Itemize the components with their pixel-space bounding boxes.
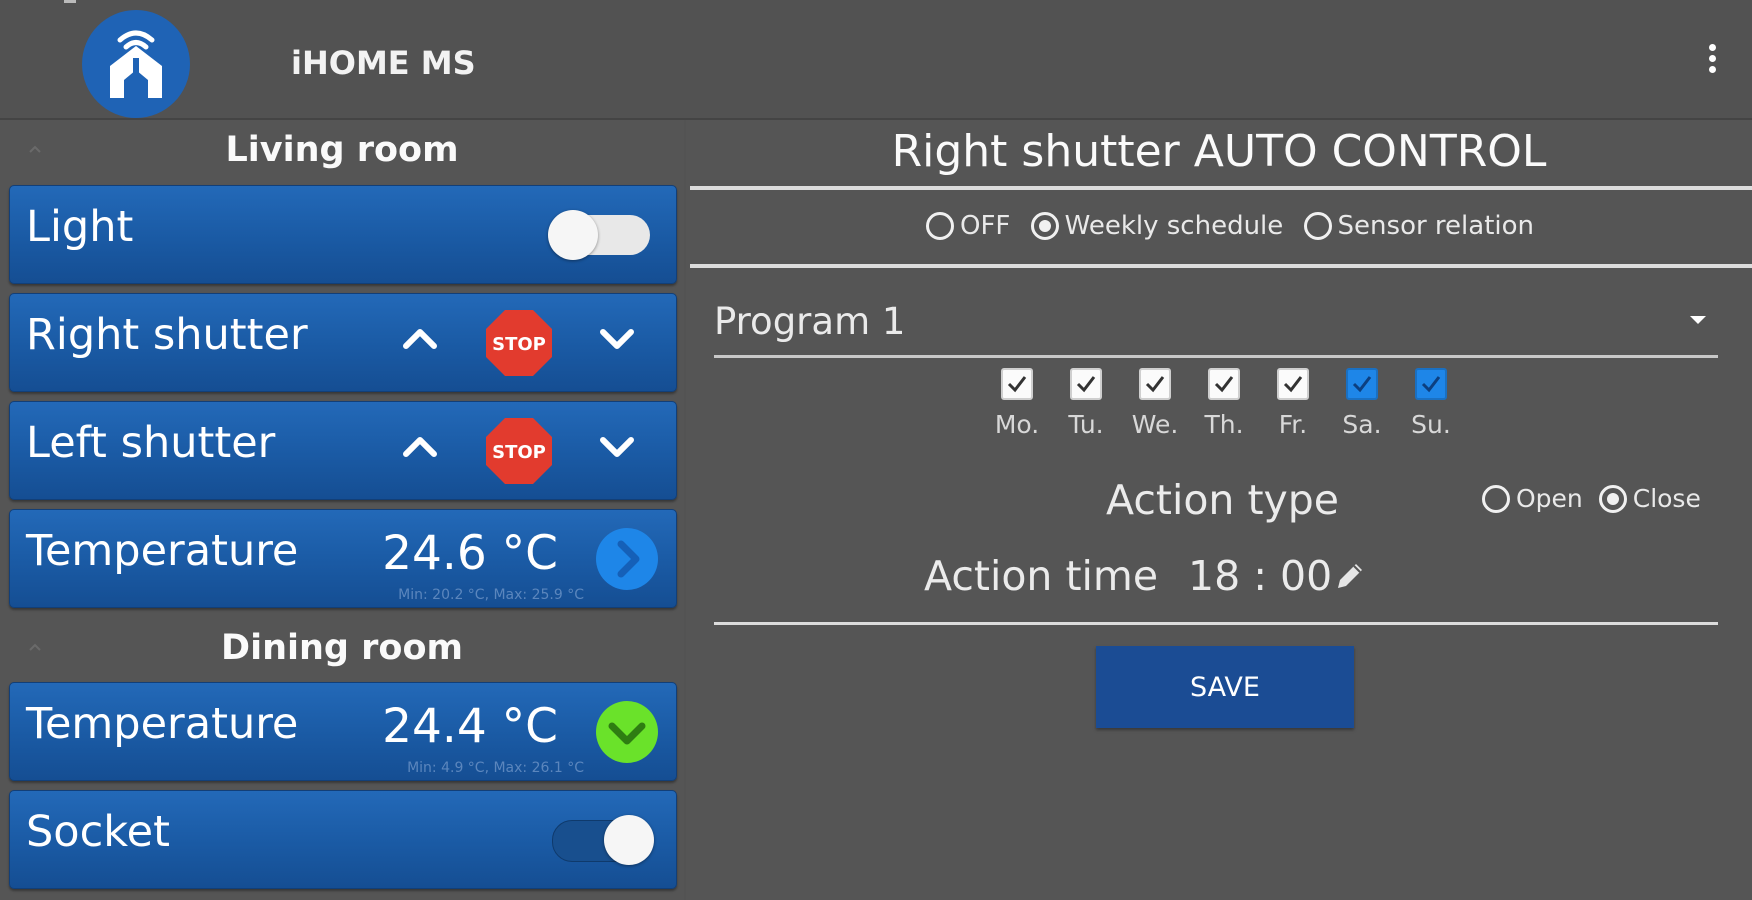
device-label: Temperature [26,699,299,749]
radio-off[interactable] [926,211,954,240]
mode-option-off[interactable]: OFF [926,210,1010,241]
divider [690,264,1752,268]
svg-text:STOP: STOP [492,442,546,463]
device-list: Living room Light Right shutter STOP Lef… [0,120,684,900]
room-title: Dining room [221,628,463,668]
day-checkbox-we[interactable]: We. [1125,368,1185,439]
radio-open[interactable] [1482,484,1510,513]
pencil-icon[interactable] [1332,558,1368,594]
device-label: Left shutter [26,418,276,468]
divider [714,622,1718,625]
device-card-temperature-dining: Temperature 24.4 °C Min: 4.9 °C, Max: 26… [9,682,677,781]
day-checkbox-fr[interactable]: Fr. [1263,368,1323,439]
action-option-close[interactable]: Close [1598,483,1701,513]
mode-option-sensor-relation[interactable]: Sensor relation [1303,210,1534,241]
chevron-right-icon[interactable] [596,528,658,590]
socket-toggle[interactable] [548,813,656,867]
dropdown-arrow-icon [1690,316,1706,324]
action-type-radio-group: Open Close [1482,482,1709,513]
room-header-living-room: Living room [0,120,684,182]
status-mark [64,0,76,3]
action-time-value[interactable]: 18 : 00 [1188,552,1332,600]
panel-title: Right shutter AUTO CONTROL [891,126,1547,177]
checkbox[interactable] [1277,368,1309,400]
checkbox[interactable] [1139,368,1171,400]
chevron-down-icon[interactable] [597,326,637,352]
checkbox[interactable] [1415,368,1447,400]
action-type-label: Action type [1106,476,1340,524]
temperature-minmax: Min: 4.9 °C, Max: 26.1 °C [407,760,584,776]
mode-option-weekly-schedule[interactable]: Weekly schedule [1030,210,1283,241]
checkbox[interactable] [1208,368,1240,400]
day-checkbox-mo[interactable]: Mo. [987,368,1047,439]
more-vertical-icon[interactable] [1700,40,1724,84]
room-title: Living room [225,130,459,170]
chevron-down-icon[interactable] [596,701,658,763]
device-card-socket: Socket [9,790,677,889]
radio-sensor-relation[interactable] [1303,211,1332,240]
temperature-value: 24.4 °C [382,699,558,754]
stop-sign-icon[interactable]: STOP [484,308,554,378]
checkbox[interactable] [1346,368,1378,400]
mode-radio-group: OFF Weekly schedule Sensor relation [926,210,1546,241]
auto-control-panel: Right shutter AUTO CONTROL OFF Weekly sc… [686,120,1752,900]
device-card-right-shutter: Right shutter STOP [9,293,677,392]
temperature-value: 24.6 °C [382,526,558,581]
device-label: Right shutter [26,310,308,360]
day-checkbox-th[interactable]: Th. [1194,368,1254,439]
save-button[interactable]: SAVE [1096,646,1354,728]
device-card-light: Light [9,185,677,284]
device-label: Light [26,202,134,252]
chevron-up-icon[interactable] [400,434,440,460]
day-checkbox-su[interactable]: Su. [1401,368,1461,439]
room-header-dining-room: Dining room [0,618,684,680]
action-time-label: Action time [924,552,1159,600]
program-select[interactable]: Program 1 [714,292,1718,358]
chevron-up-icon[interactable] [400,326,440,352]
device-card-left-shutter: Left shutter STOP [9,401,677,500]
action-option-open[interactable]: Open [1482,483,1583,513]
device-label: Temperature [26,526,299,576]
day-checkbox-sa[interactable]: Sa. [1332,368,1392,439]
app-bar: iHOME MS [0,0,1752,120]
svg-text:STOP: STOP [492,334,546,355]
app-title: iHOME MS [291,44,476,82]
checkbox[interactable] [1070,368,1102,400]
checkbox[interactable] [1001,368,1033,400]
light-toggle[interactable] [548,208,656,262]
device-label: Socket [26,807,170,857]
radio-close[interactable] [1598,484,1627,513]
radio-weekly-schedule[interactable] [1030,211,1059,240]
chevron-down-icon[interactable] [597,434,637,460]
device-card-temperature-living: Temperature 24.6 °C Min: 20.2 °C, Max: 2… [9,509,677,608]
stop-sign-icon[interactable]: STOP [484,416,554,486]
program-value: Program 1 [714,300,906,343]
divider [690,186,1752,190]
temperature-minmax: Min: 20.2 °C, Max: 25.9 °C [398,587,584,603]
home-wifi-icon[interactable] [82,10,190,118]
day-checkbox-tu[interactable]: Tu. [1056,368,1116,439]
